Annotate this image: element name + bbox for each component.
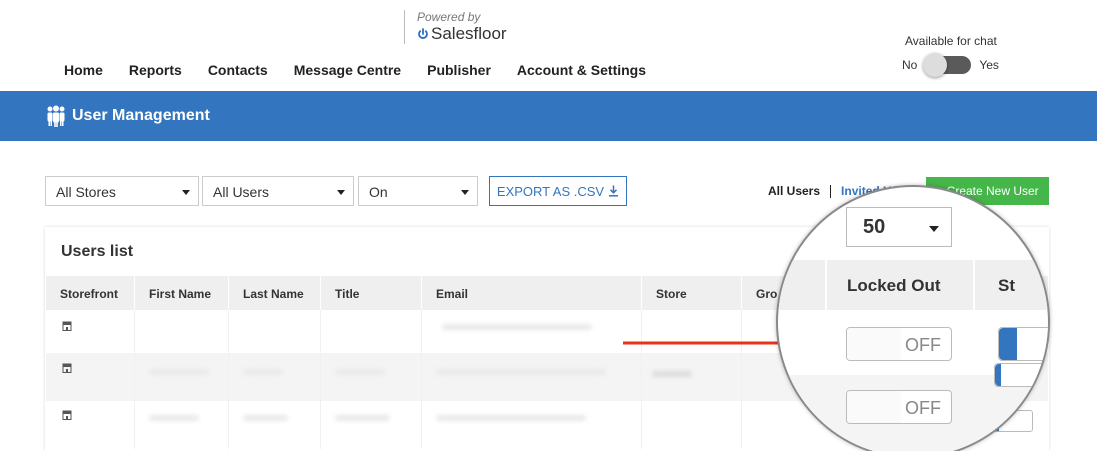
per-page-label: age — [778, 217, 811, 238]
toggle-on-fill — [995, 364, 1001, 386]
chevron-down-icon — [182, 190, 190, 195]
store-cell — [642, 353, 742, 401]
column-title[interactable]: Title — [321, 276, 422, 310]
store-cell — [642, 401, 742, 449]
toggle-handle — [847, 328, 901, 360]
power-icon — [418, 28, 428, 39]
redacted-text — [436, 369, 606, 375]
toggle-handle — [847, 391, 901, 423]
chat-toggle-row: No Yes — [902, 53, 999, 77]
chevron-down-icon — [461, 190, 469, 195]
status-toggle[interactable] — [998, 327, 1048, 361]
column-status[interactable]: St — [998, 276, 1015, 296]
per-page-select[interactable]: 50 — [846, 207, 952, 247]
export-csv-button[interactable]: EXPORT AS .CSV — [489, 176, 627, 206]
column-email[interactable]: Email — [422, 276, 642, 310]
chevron-down-icon — [337, 190, 345, 195]
chat-availability-label: Available for chat — [905, 34, 997, 48]
nav-account-settings[interactable]: Account & Settings — [517, 62, 646, 78]
chat-yes-label: Yes — [979, 58, 999, 72]
page-title-bar: User Management — [0, 91, 1097, 141]
last-name-cell — [229, 310, 321, 353]
email-cell — [422, 401, 642, 449]
page-title: User Management — [72, 107, 210, 124]
storefront-icon[interactable] — [62, 321, 72, 331]
user-filter-value: All Users — [213, 184, 270, 200]
redacted-text — [442, 324, 592, 330]
nav-reports[interactable]: Reports — [129, 62, 182, 78]
off-label: OFF — [905, 335, 941, 355]
locked-out-toggle[interactable]: OFF — [846, 327, 952, 361]
redacted-text — [335, 369, 385, 375]
chat-availability-toggle[interactable] — [923, 53, 972, 77]
column-store[interactable]: Store — [642, 276, 742, 310]
zoomed-table-header: Locked Out St — [778, 260, 1048, 310]
store-filter-select[interactable]: All Stores — [45, 176, 199, 206]
chat-availability: Available for chat No Yes — [902, 34, 999, 77]
title-cell — [321, 353, 422, 401]
first-name-cell — [135, 353, 229, 401]
toggle-on-fill — [999, 328, 1017, 360]
tab-divider — [830, 184, 832, 198]
users-list-title: Users list — [61, 243, 134, 260]
user-filter-select[interactable]: All Users — [202, 176, 354, 206]
storefront-cell — [46, 353, 135, 401]
storefront-cell — [46, 310, 135, 353]
main-nav: Home Reports Contacts Message Centre Pub… — [64, 62, 672, 78]
status-filter-select[interactable]: On — [358, 176, 478, 206]
column-first-name[interactable]: First Name — [135, 276, 229, 310]
redacted-text — [652, 371, 692, 377]
per-page-value: 50 — [863, 216, 886, 238]
redacted-text — [243, 369, 283, 375]
magnifier-lens: age 50 Locked Out St OFF OFF — [776, 185, 1050, 451]
storefront-cell — [46, 401, 135, 449]
store-filter-value: All Stores — [56, 184, 116, 200]
chat-no-label: No — [902, 58, 918, 72]
off-label: OFF — [905, 398, 941, 418]
powered-by-label: Powered by — [417, 10, 481, 24]
last-name-cell — [229, 353, 321, 401]
column-locked-out[interactable]: Locked Out — [825, 260, 975, 310]
nav-contacts[interactable]: Contacts — [208, 62, 268, 78]
column-storefront[interactable]: Storefront — [46, 276, 135, 310]
toggle-knob — [923, 53, 948, 77]
brand-logo: Powered by Salesfloor — [404, 10, 507, 44]
locked-out-toggle[interactable]: OFF — [846, 390, 952, 424]
storefront-icon[interactable] — [62, 363, 72, 373]
first-name-cell — [135, 401, 229, 449]
status-toggle[interactable] — [994, 363, 1048, 387]
email-cell — [422, 310, 642, 353]
title-cell — [321, 401, 422, 449]
column-last-name[interactable]: Last Name — [229, 276, 321, 310]
nav-home[interactable]: Home — [64, 62, 103, 78]
tab-all-users[interactable]: All Users — [768, 184, 820, 198]
brand-name: Salesfloor — [431, 24, 507, 43]
email-cell — [422, 353, 642, 401]
first-name-cell — [135, 310, 229, 353]
last-name-cell — [229, 401, 321, 449]
redacted-text — [243, 415, 288, 421]
title-cell — [321, 310, 422, 353]
nav-publisher[interactable]: Publisher — [427, 62, 491, 78]
nav-message-centre[interactable]: Message Centre — [294, 62, 401, 78]
redacted-text — [335, 415, 390, 421]
users-group-icon — [47, 105, 65, 127]
redacted-text — [436, 415, 586, 421]
redacted-text — [149, 415, 199, 421]
status-filter-value: On — [369, 184, 388, 200]
download-icon — [609, 185, 619, 197]
storefront-icon[interactable] — [62, 410, 72, 420]
chevron-down-icon — [929, 226, 939, 232]
redacted-text — [149, 369, 209, 375]
brand-name-row: Salesfloor — [417, 24, 507, 44]
export-csv-label: EXPORT AS .CSV — [496, 183, 605, 199]
